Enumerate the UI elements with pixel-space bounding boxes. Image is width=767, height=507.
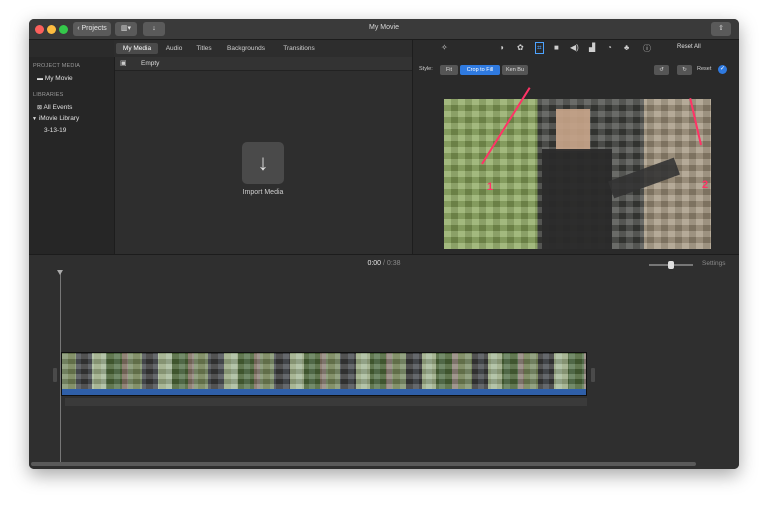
crop-icon[interactable]: ⌗ xyxy=(535,42,544,54)
media-filter-label[interactable]: Empty xyxy=(141,60,159,67)
window-title: My Movie xyxy=(369,24,399,31)
annotation-number-1: 1 xyxy=(487,181,494,193)
subject-head xyxy=(556,109,590,151)
tab-my-media[interactable]: My Media xyxy=(116,43,158,54)
total-time: 0:38 xyxy=(386,260,401,267)
style-ken-burns-button[interactable]: Ken Bu xyxy=(502,65,528,75)
apply-checkmark-icon[interactable]: ✓ xyxy=(718,65,727,74)
zoom-slider-knob[interactable] xyxy=(668,261,674,269)
clip-pixel-overlay xyxy=(62,353,586,389)
style-label: Style: xyxy=(419,66,433,72)
tab-titles[interactable]: Titles xyxy=(192,43,216,54)
clip-shadow xyxy=(65,398,587,406)
video-clip[interactable] xyxy=(61,352,587,396)
timeline-settings-button[interactable]: Settings xyxy=(702,260,726,267)
video-preview[interactable]: 1 2 xyxy=(444,99,711,249)
subject-body xyxy=(542,149,612,249)
reset-all-button[interactable]: Reset All xyxy=(677,44,701,50)
tab-audio[interactable]: Audio xyxy=(162,43,186,54)
browser-header: ▣ Empty xyxy=(115,57,413,71)
film-icon: ▬ xyxy=(37,76,43,82)
tab-backgrounds[interactable]: Backgrounds xyxy=(222,43,270,54)
libraries-header: LIBRARIES xyxy=(33,92,64,98)
equalizer-icon[interactable]: ▟ xyxy=(589,43,595,52)
playhead-marker[interactable] xyxy=(57,270,63,275)
rotate-left-icon: ↺ xyxy=(659,67,664,73)
import-media-label: Import Media xyxy=(242,189,284,196)
sidebar-item-my-movie[interactable]: ▬ My Movie xyxy=(37,75,73,82)
rotate-right-icon: ↻ xyxy=(682,67,687,73)
sidebar-item-event-date[interactable]: 3-13-19 xyxy=(44,127,66,134)
current-time: 0:00 xyxy=(367,260,382,267)
title-bar: ‹ Projects ▥▾ ↓ My Movie ⇧ xyxy=(29,19,739,40)
clip-left-handle[interactable] xyxy=(53,368,57,382)
browser-tab-bar: My Media Audio Titles Backgrounds Transi… xyxy=(114,40,412,57)
color-balance-icon[interactable]: ◑ xyxy=(499,43,504,52)
clip-right-handle[interactable] xyxy=(591,368,595,382)
clip-audio-strip xyxy=(62,389,586,395)
info-icon[interactable]: ⓘ xyxy=(643,43,651,54)
style-fit-button[interactable]: Fit xyxy=(440,65,458,75)
magic-wand-icon[interactable]: ✧ xyxy=(441,43,448,52)
sidebar-item-all-events[interactable]: ⊠ All Events xyxy=(37,104,72,111)
sidebar-toggle-icon[interactable]: ▣ xyxy=(120,59,127,67)
rotate-right-button[interactable]: ↻ xyxy=(677,65,692,75)
annotation-number-2: 2 xyxy=(702,179,709,191)
style-crop-to-fill-button[interactable]: Crop to Fill xyxy=(460,65,500,75)
timeline: 0:00 / 0:38 Settings xyxy=(29,254,739,469)
media-browser: ▣ Empty ↓ Import Media xyxy=(114,57,413,254)
import-media-button[interactable]: ↓ xyxy=(242,142,284,184)
style-bar: Style: Fit Crop to Fill Ken Bu ↺ ↻ Reset… xyxy=(413,62,739,76)
share-button[interactable]: ⇧ xyxy=(711,22,731,36)
disclosure-triangle-icon: ▼ xyxy=(32,116,37,122)
stabilization-icon[interactable]: ■ xyxy=(554,43,559,52)
share-icon: ⇧ xyxy=(718,25,724,32)
imovie-window: ‹ Projects ▥▾ ↓ My Movie ⇧ My Media Audi… xyxy=(29,19,739,469)
tab-transitions[interactable]: Transitions xyxy=(276,43,322,54)
download-arrow-icon: ↓ xyxy=(257,150,269,175)
viewer-panel: ✧ ◑ ✿ ⌗ ■ ◀) ▟ ◔ ♣ ⓘ Reset All Style: Fi… xyxy=(412,40,739,266)
color-correction-icon[interactable]: ✿ xyxy=(517,43,524,52)
rotate-left-button[interactable]: ↺ xyxy=(654,65,669,75)
zoom-slider[interactable] xyxy=(649,261,693,269)
horizontal-scrollbar[interactable] xyxy=(31,462,696,466)
timecode: 0:00 / 0:38 xyxy=(29,260,739,267)
reset-button[interactable]: Reset xyxy=(697,66,711,72)
speed-icon[interactable]: ◔ xyxy=(607,43,612,52)
time-separator: / xyxy=(383,260,385,267)
project-media-header: PROJECT MEDIA xyxy=(33,63,81,69)
sidebar-item-imovie-library[interactable]: ▼ iMovie Library xyxy=(32,115,79,122)
volume-icon[interactable]: ◀) xyxy=(570,43,579,52)
library-sidebar: PROJECT MEDIA ▬ My Movie LIBRARIES ⊠ All… xyxy=(29,57,114,254)
noise-reduction-icon[interactable]: ♣ xyxy=(624,43,629,52)
star-box-icon: ⊠ xyxy=(37,105,43,111)
